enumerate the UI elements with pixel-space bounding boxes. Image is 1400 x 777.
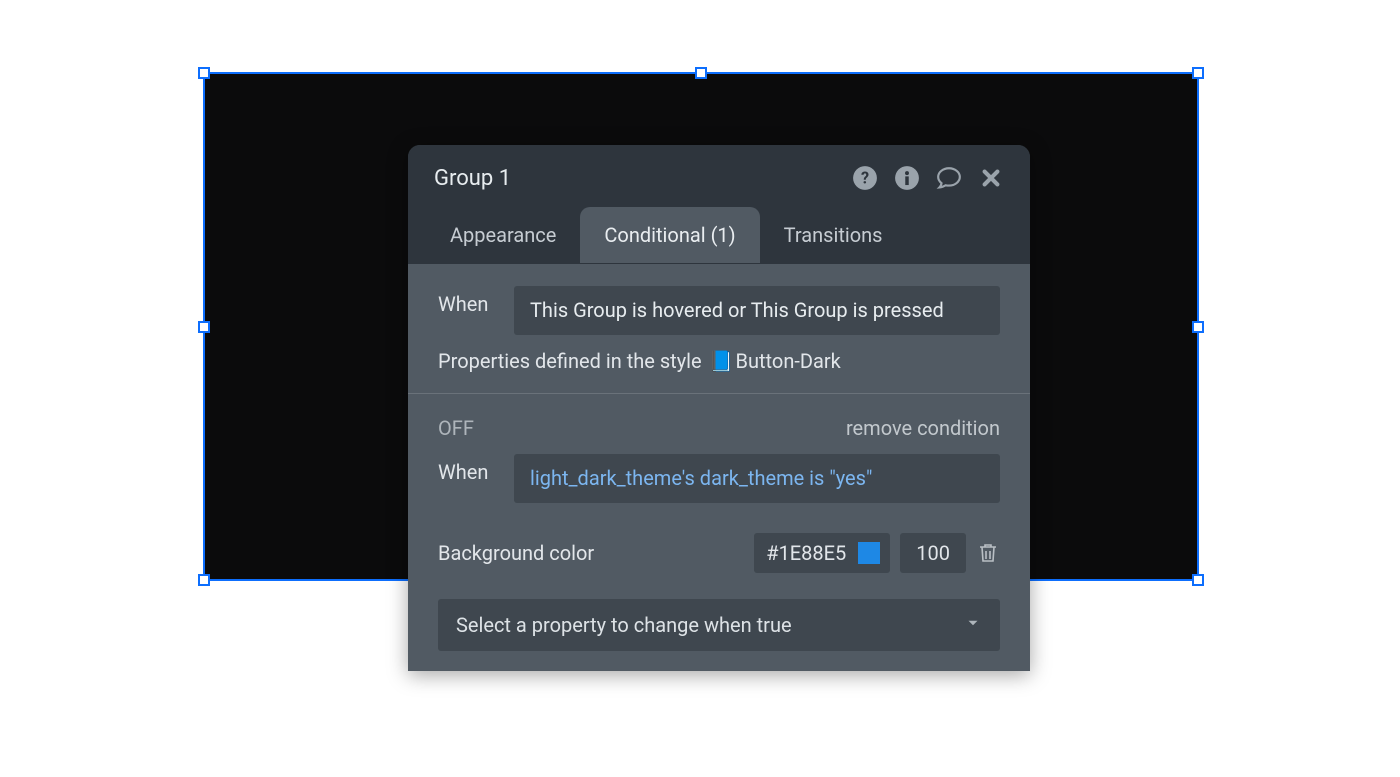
property-select-placeholder: Select a property to change when true <box>456 613 792 637</box>
style-expression-box[interactable]: This Group is hovered or This Group is p… <box>514 286 1000 335</box>
custom-condition-section: OFF remove condition When light_dark_the… <box>408 393 1030 671</box>
background-color-controls: #1E88E5 100 <box>754 533 1000 573</box>
resize-handle-ml[interactable] <box>198 321 210 333</box>
color-swatch[interactable] <box>858 542 880 564</box>
style-name[interactable]: Button-Dark <box>736 349 841 373</box>
resize-handle-br[interactable] <box>1192 574 1204 586</box>
property-panel: Group 1 ? Appearance Conditional (1) Tra… <box>408 145 1030 671</box>
panel-header[interactable]: Group 1 ? <box>408 145 1030 207</box>
tab-appearance[interactable]: Appearance <box>426 207 580 263</box>
resize-handle-bl[interactable] <box>198 574 210 586</box>
svg-text:?: ? <box>861 168 869 187</box>
style-condition-section: When This Group is hovered or This Group… <box>408 264 1030 393</box>
tab-conditional[interactable]: Conditional (1) <box>580 207 759 263</box>
when-label: When <box>438 286 498 316</box>
resize-handle-tm[interactable] <box>695 67 707 79</box>
close-icon[interactable] <box>976 163 1006 193</box>
tab-row: Appearance Conditional (1) Transitions <box>408 207 1030 264</box>
comment-icon[interactable] <box>934 163 964 193</box>
when-label-2: When <box>438 454 498 484</box>
condition-off-toggle[interactable]: OFF <box>438 416 474 440</box>
chevron-down-icon <box>964 613 982 637</box>
panel-header-icons: ? <box>850 163 1006 193</box>
resize-handle-mr[interactable] <box>1192 321 1204 333</box>
add-property-row: Select a property to change when true <box>438 599 1000 651</box>
help-icon[interactable]: ? <box>850 163 880 193</box>
style-definition-prefix: Properties defined in the style <box>438 349 707 373</box>
color-opacity-input[interactable]: 100 <box>900 533 966 573</box>
condition-top-row: OFF remove condition <box>438 416 1000 440</box>
background-color-row: Background color #1E88E5 100 <box>438 533 1000 573</box>
tab-body: When This Group is hovered or This Group… <box>408 264 1030 671</box>
tab-transitions[interactable]: Transitions <box>760 207 907 263</box>
background-color-label: Background color <box>438 541 594 565</box>
panel-title: Group 1 <box>434 166 511 191</box>
color-hex-input[interactable]: #1E88E5 <box>754 533 890 573</box>
trash-icon[interactable] <box>976 541 1000 565</box>
resize-handle-tl[interactable] <box>198 67 210 79</box>
remove-condition-link[interactable]: remove condition <box>846 416 1000 440</box>
style-definition-line: Properties defined in the style 📘Button-… <box>438 349 1000 373</box>
property-select[interactable]: Select a property to change when true <box>438 599 1000 651</box>
resize-handle-tr[interactable] <box>1192 67 1204 79</box>
info-icon[interactable] <box>892 163 922 193</box>
style-when-row: When This Group is hovered or This Group… <box>438 286 1000 335</box>
custom-when-row: When light_dark_theme's dark_theme is "y… <box>438 454 1000 503</box>
custom-expression-box[interactable]: light_dark_theme's dark_theme is "yes" <box>514 454 1000 503</box>
color-hex-value: #1E88E5 <box>766 541 846 565</box>
style-book-icon: 📘 <box>709 349 734 373</box>
